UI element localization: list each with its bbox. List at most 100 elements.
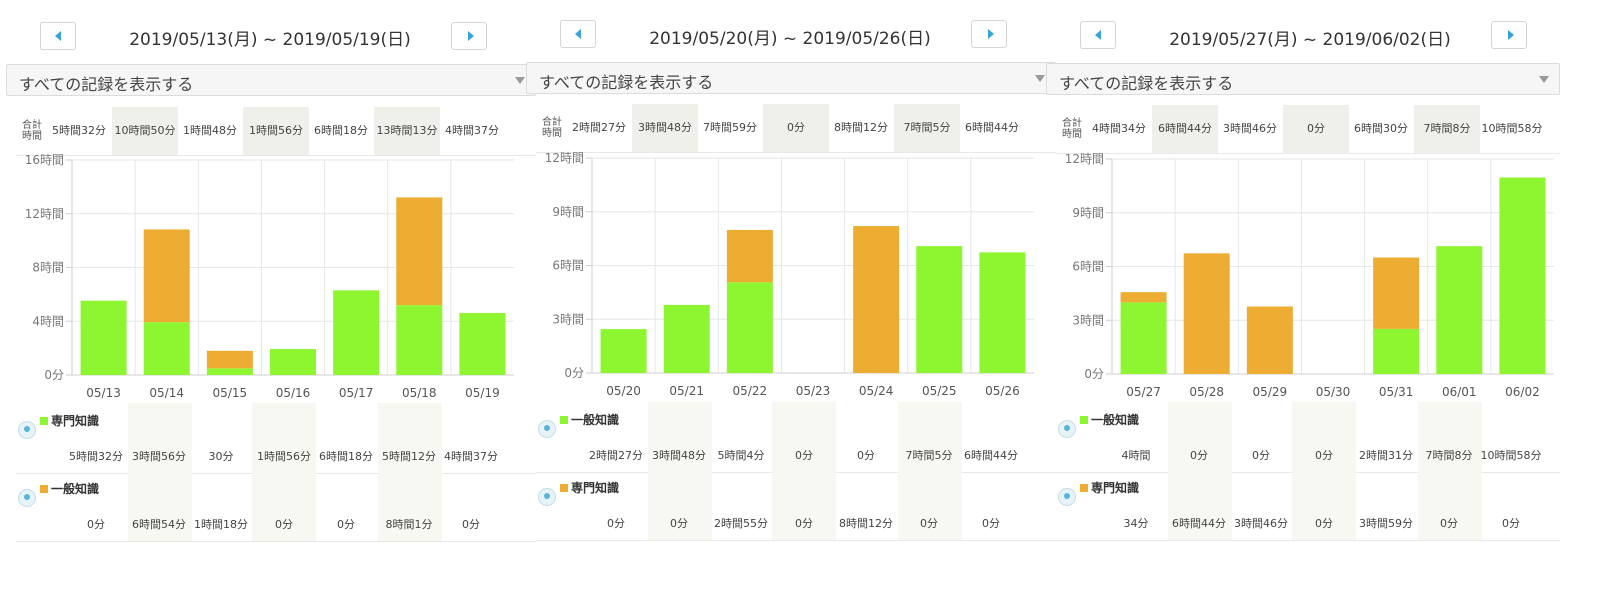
next-week-button[interactable] — [451, 22, 487, 50]
bar-05-31-series-1 — [1373, 328, 1420, 374]
series-value: 0分 — [1252, 449, 1270, 462]
y-tick-label: 0分 — [1084, 367, 1104, 381]
y-tick-label: 16時間 — [25, 153, 64, 167]
total-cell: 3時間48分 — [632, 104, 698, 152]
study-user-icon — [18, 489, 36, 507]
bar-05-15-series-2 — [206, 350, 253, 369]
bar-05-27-series-2 — [1120, 292, 1167, 303]
series-value: 3時間48分 — [652, 449, 706, 462]
series-value: 8時間1分 — [385, 518, 433, 531]
record-filter-select[interactable]: すべての記録を表示する — [526, 62, 1056, 94]
series-value: 6時間54分 — [132, 518, 186, 531]
x-tick-label: 05/28 — [1189, 385, 1224, 399]
total-cell: 0分 — [1283, 105, 1349, 153]
series-value: 3時間46分 — [1234, 517, 1288, 530]
chevron-down-icon — [1539, 76, 1549, 83]
bar-05-25-series-1 — [916, 246, 963, 373]
bar-05-22-series-2 — [726, 229, 773, 283]
total-cell: 8時間12分 — [834, 121, 888, 134]
date-range-title: 2019/05/13(月) ~ 2019/05/19(日) — [129, 30, 411, 50]
bar-05-22-series-1 — [726, 282, 773, 373]
total-cell: 7時間8分 — [1414, 105, 1480, 153]
bar-05-21-series-1 — [663, 304, 710, 373]
series-value: 2時間31分 — [1359, 449, 1413, 462]
x-tick-label: 05/16 — [276, 386, 311, 400]
series-value: 5時間4分 — [717, 449, 765, 462]
prev-week-button[interactable] — [40, 22, 76, 50]
x-tick-label: 05/23 — [796, 384, 831, 398]
series-value: 0分 — [462, 518, 480, 531]
x-tick-label: 05/31 — [1379, 385, 1414, 399]
total-cell: 6時間30分 — [1354, 122, 1408, 135]
x-tick-label: 05/15 — [213, 386, 248, 400]
y-tick-label: 6時間 — [552, 259, 584, 273]
study-user-icon — [1058, 488, 1076, 506]
legend-series-name: 一般知識 — [571, 413, 620, 427]
series-value: 30分 — [208, 450, 234, 463]
legend-series-1: 一般知識 2時間27分 3時間48分 5時間4分 0分 0分 7時間5分 6時間… — [536, 402, 1056, 473]
bar-05-16-series-1 — [270, 349, 316, 375]
next-week-button[interactable] — [971, 20, 1007, 48]
series-value: 0分 — [795, 517, 813, 530]
x-tick-label: 05/30 — [1316, 385, 1351, 399]
bar-05-24-series-2 — [853, 226, 900, 373]
y-tick-label: 0分 — [564, 366, 584, 380]
series-value: 6時間44分 — [964, 449, 1018, 462]
bar-05-31-series-2 — [1373, 257, 1420, 329]
series-value: 0分 — [982, 517, 1000, 530]
series-value: 4時間37分 — [444, 450, 498, 463]
legend-swatch — [1080, 416, 1088, 424]
y-tick-label: 0分 — [44, 368, 64, 382]
series-value: 5時間32分 — [69, 450, 123, 463]
y-tick-label: 3時間 — [552, 312, 584, 326]
total-cell: 4時間34分 — [1092, 122, 1146, 135]
legend-swatch — [560, 484, 568, 492]
daily-totals-row: 合計 時間 5時間32分 10時間50分 1時間48分 1時間56分 6時間18… — [16, 107, 536, 156]
bar-05-18-series-2 — [396, 197, 443, 306]
next-week-button[interactable] — [1491, 21, 1527, 49]
study-user-icon — [18, 421, 36, 439]
record-filter-label: すべての記録を表示する — [1059, 74, 1234, 93]
record-filter-select[interactable]: すべての記録を表示する — [1046, 63, 1560, 95]
y-tick-label: 4時間 — [32, 314, 64, 328]
y-tick-label: 12時間 — [545, 151, 584, 165]
x-tick-label: 05/27 — [1126, 385, 1161, 399]
series-value: 0分 — [1315, 517, 1333, 530]
series-value: 3時間56分 — [132, 450, 186, 463]
legend-series-name: 一般知識 — [1091, 413, 1140, 427]
bar-06-02-series-1 — [1499, 177, 1546, 374]
series-value: 0分 — [87, 518, 105, 531]
prev-week-button[interactable] — [560, 20, 596, 48]
caret-right-icon — [988, 29, 994, 39]
bar-05-15-series-1 — [206, 368, 253, 375]
totals-label: 合計 時間 — [1062, 118, 1082, 140]
series-value: 1時間56分 — [257, 450, 311, 463]
date-range-title: 2019/05/20(月) ~ 2019/05/26(日) — [649, 29, 931, 49]
x-tick-label: 05/18 — [402, 386, 437, 400]
bar-05-28-series-2 — [1183, 253, 1230, 374]
x-tick-label: 05/17 — [339, 386, 374, 400]
legend-swatch — [1080, 484, 1088, 492]
series-value: 0分 — [1190, 449, 1208, 462]
total-cell: 0分 — [763, 104, 829, 152]
total-cell: 13時間13分 — [374, 107, 440, 155]
bar-05-19-series-1 — [459, 312, 506, 375]
prev-week-button[interactable] — [1080, 21, 1116, 49]
totals-label: 合計 時間 — [22, 120, 42, 142]
daily-totals-row: 合計 時間 4時間34分 6時間44分 3時間46分 0分 6時間30分 7時間… — [1056, 105, 1560, 154]
y-tick-label: 9時間 — [552, 205, 584, 219]
record-filter-select[interactable]: すべての記録を表示する — [6, 64, 536, 96]
x-tick-label: 06/02 — [1505, 385, 1540, 399]
series-value: 6時間18分 — [319, 450, 373, 463]
stacked-bar-chart: 0分 3時間 6時間 9時間 12時間 05/27 05/28 05/29 05/30 05/31… — [1065, 152, 1554, 399]
week-panel-2: 2019/05/20(月) ~ 2019/05/26(日) すべての記録を表示す… — [520, 0, 1056, 611]
bar-05-29-series-2 — [1246, 306, 1293, 374]
caret-right-icon — [468, 31, 474, 41]
record-filter-label: すべての記録を表示する — [19, 75, 194, 94]
total-cell: 6時間18分 — [314, 124, 368, 137]
bar-05-18-series-1 — [396, 305, 443, 375]
series-value: 2時間55分 — [714, 517, 768, 530]
series-value: 0分 — [795, 449, 813, 462]
daily-totals-row: 合計 時間 2時間27分 3時間48分 7時間59分 0分 8時間12分 7時間… — [536, 104, 1056, 153]
x-tick-label: 05/14 — [149, 386, 184, 400]
